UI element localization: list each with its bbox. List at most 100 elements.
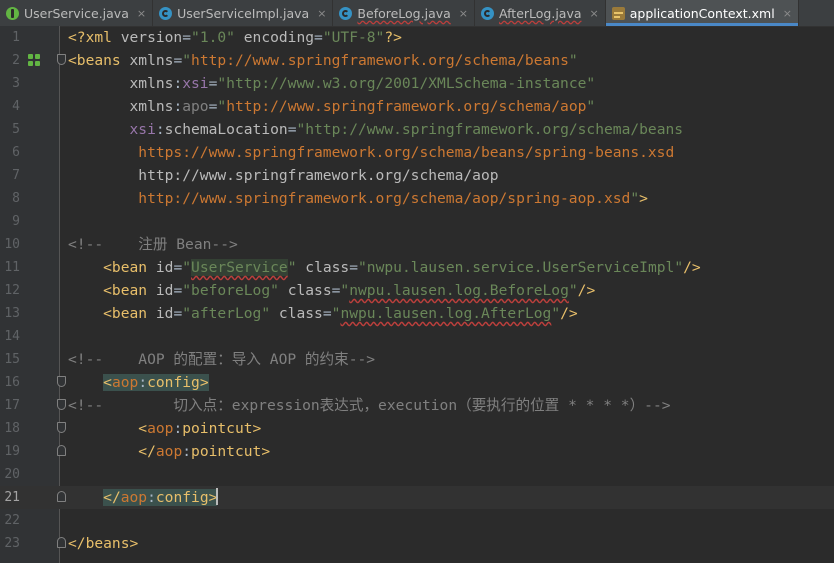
code-line[interactable]: 7 http://www.springframework.org/schema/… [0, 164, 834, 187]
code-token: = [349, 259, 359, 276]
code-token: </beans> [68, 535, 139, 552]
code-token: pointcut [182, 420, 253, 437]
code-line[interactable]: 14 [0, 325, 834, 348]
line-number: 12 [4, 283, 20, 298]
code-line[interactable]: 17 <!-- 切入点：expression表达式，execution（要执行的位… [0, 394, 834, 417]
code-text: http://www.springframework.org/schema/ao… [68, 164, 499, 187]
close-icon[interactable]: × [783, 8, 792, 19]
close-icon[interactable]: × [137, 8, 146, 19]
fold-open-icon[interactable] [57, 54, 66, 65]
code-line[interactable]: 5 xsi:schemaLocation="http://www.springf… [0, 118, 834, 141]
code-token: pointcut [191, 443, 262, 460]
code-token: xsi [68, 121, 156, 138]
code-line[interactable]: 10 <!-- 注册 Bean--> [0, 233, 834, 256]
line-number: 11 [4, 260, 20, 275]
fold-close-icon[interactable] [57, 445, 66, 456]
code-text: </aop:pointcut> [68, 440, 270, 463]
code-line[interactable]: 4 xmlns:apo="http://www.springframework.… [0, 95, 834, 118]
code-line[interactable]: 20 [0, 463, 834, 486]
editor-tab-5[interactable]: applicationContext.xml × [605, 0, 799, 26]
code-token: schemaLocation [164, 121, 288, 138]
code-token: <!-- 切入点：expression表达式，execution（要执行的位置 … [68, 397, 671, 414]
close-icon[interactable]: × [317, 8, 326, 19]
ide-window: UserService.java × UserServiceImpl.java × Be… [0, 0, 834, 563]
code-line[interactable]: 12 <bean id="beforeLog" class="nwpu.laus… [0, 279, 834, 302]
line-number: 4 [12, 99, 20, 114]
fold-open-icon[interactable] [57, 399, 66, 410]
code-text: <!-- 切入点：expression表达式，execution（要执行的位置 … [68, 394, 671, 417]
line-number: 14 [4, 329, 20, 344]
code-token: http://www.springframework.org/schema/ao… [68, 167, 499, 184]
code-line[interactable]: 11 <bean id="UserService" class="nwpu.la… [0, 256, 834, 279]
spring-bean-icon[interactable] [28, 54, 42, 67]
code-token: : [138, 374, 148, 391]
code-token: = [173, 282, 183, 299]
code-token: <bean [68, 259, 156, 276]
code-token: https://www.springframework.org/schema/b… [68, 144, 675, 161]
code-token: /> [560, 305, 578, 322]
code-token: <beans [68, 52, 130, 69]
code-token: id [155, 305, 174, 322]
code-token: <bean [68, 305, 156, 322]
line-number: 9 [12, 214, 20, 229]
code-token: http://www.springframework.org/schema/be… [191, 52, 569, 69]
editor-tab-3[interactable]: BeforeLog.java × [333, 0, 475, 26]
code-line[interactable]: 15 <!-- AOP 的配置：导入 AOP 的约束--> [0, 348, 834, 371]
code-line[interactable]: 22 [0, 509, 834, 532]
code-token: " [630, 190, 640, 207]
editor-tab-4[interactable]: AfterLog.java × [475, 0, 606, 26]
code-line[interactable]: 19 </aop:pointcut> [0, 440, 834, 463]
code-line[interactable]: 18 <aop:pointcut> [0, 417, 834, 440]
text-caret [216, 488, 219, 505]
code-text: <aop:config> [68, 371, 209, 394]
fold-open-icon[interactable] [57, 422, 66, 433]
code-line[interactable]: 3 xmlns:xsi="http://www.w3.org/2001/XMLS… [0, 72, 834, 95]
code-text: <?xml version="1.0" encoding="UTF-8"?> [68, 26, 402, 49]
code-line[interactable]: 9 [0, 210, 834, 233]
code-text: https://www.springframework.org/schema/b… [68, 141, 674, 164]
code-token: : [173, 420, 183, 437]
code-token: http://www.springframework.org/schema/ao… [68, 190, 631, 207]
code-token: <!-- 注册 Bean--> [68, 236, 238, 253]
line-number: 1 [12, 30, 20, 45]
editor-tab-1[interactable]: UserService.java × [0, 0, 154, 26]
code-line[interactable]: 21 </aop:config> [0, 486, 834, 509]
code-token: " [287, 259, 297, 276]
interface-icon [6, 6, 19, 20]
code-line[interactable]: 8 http://www.springframework.org/schema/… [0, 187, 834, 210]
code-token: class [296, 259, 350, 276]
code-token: aop [111, 374, 139, 391]
code-line[interactable]: 2 <beans xmlns="http://www.springframewor… [0, 49, 834, 72]
close-icon[interactable]: × [590, 8, 599, 19]
code-token: class [278, 282, 332, 299]
code-token: " [586, 98, 596, 115]
code-line[interactable]: 16 <aop:config> [0, 371, 834, 394]
code-text: <aop:pointcut> [68, 417, 261, 440]
fold-close-icon[interactable] [57, 491, 66, 502]
code-editor[interactable]: 1 <?xml version="1.0" encoding="UTF-8"?> 2… [0, 26, 834, 563]
code-token: aop [147, 420, 174, 437]
fold-close-icon[interactable] [57, 537, 66, 548]
tab-label: AfterLog.java [499, 5, 582, 21]
close-icon[interactable]: × [459, 8, 468, 19]
fold-open-icon[interactable] [57, 376, 66, 387]
code-token: = [322, 305, 332, 322]
editor-tab-2[interactable]: UserServiceImpl.java × [153, 0, 334, 26]
code-token: " [217, 98, 227, 115]
code-line[interactable]: 1 <?xml version="1.0" encoding="UTF-8"?> [0, 26, 834, 49]
code-token: = [173, 259, 183, 276]
code-token: = [314, 29, 323, 46]
code-line[interactable]: 6 https://www.springframework.org/schema… [0, 141, 834, 164]
line-number: 6 [12, 145, 20, 160]
code-token: > [252, 420, 262, 437]
line-number: 16 [4, 375, 20, 390]
code-line[interactable]: 23 </beans> [0, 532, 834, 555]
code-text: <!-- 注册 Bean--> [68, 233, 238, 256]
code-token: " [551, 305, 561, 322]
code-token: id [155, 282, 174, 299]
code-line[interactable]: 13 <bean id="afterLog" class="nwpu.lause… [0, 302, 834, 325]
code-token: config [147, 374, 200, 391]
code-token: xmlns [68, 75, 174, 92]
editor-tab-bar: UserService.java × UserServiceImpl.java × Be… [0, 0, 834, 27]
code-token: > [261, 443, 271, 460]
